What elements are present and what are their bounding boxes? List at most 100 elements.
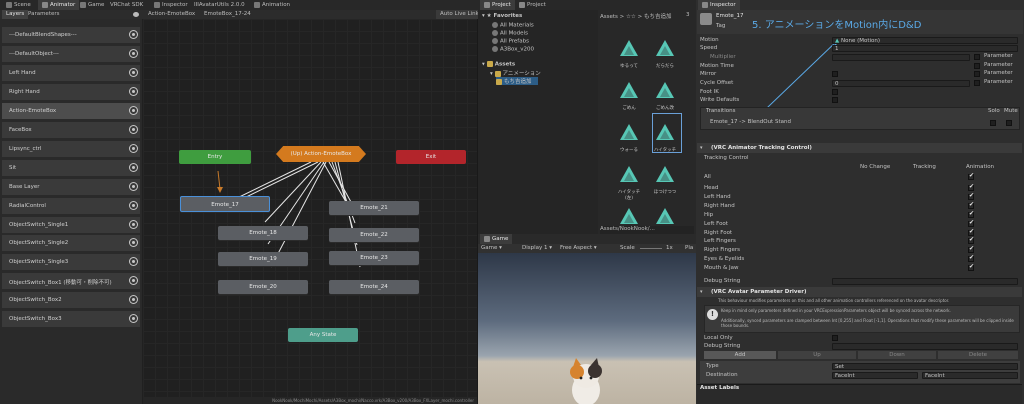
gear-icon[interactable] [130, 315, 137, 323]
layer-item[interactable]: ---DefaultObject--- [2, 45, 140, 63]
expand-icon[interactable]: ▾ [700, 289, 703, 295]
emote-21-node[interactable]: Emote_21 [329, 201, 419, 215]
emote-24-node[interactable]: Emote_24 [329, 280, 419, 294]
add-button[interactable]: Add [704, 351, 776, 359]
breadcrumb-sub[interactable]: EmoteBox_17-24 [200, 10, 255, 19]
tracking-radio[interactable] [922, 256, 928, 262]
favorite-item[interactable]: All Prefabs [492, 38, 529, 45]
debug-string-2-field[interactable] [832, 343, 1018, 350]
favorite-item[interactable]: A3Box_v200 [492, 46, 534, 53]
emote-23-node[interactable]: Emote_23 [329, 251, 419, 265]
up-state-machine-node[interactable]: (Up) Action-EmoteBox [276, 146, 366, 162]
layer-item[interactable]: Sit [2, 159, 140, 177]
tab-game[interactable]: Game [480, 234, 513, 244]
layer-item[interactable]: Left Hand [2, 64, 140, 82]
any-state-node[interactable]: Any State [288, 328, 358, 342]
animation-asset[interactable]: ごめん改 [650, 80, 680, 111]
tab-avatar-utils[interactable]: IIIAvatarUtils 2.0.0 [190, 0, 249, 10]
play-focus-dropdown[interactable]: Pla [685, 245, 693, 251]
local-only-checkbox[interactable] [832, 335, 838, 341]
animation-asset[interactable]: ウォーる [614, 122, 644, 153]
gear-icon[interactable] [130, 258, 137, 266]
mirror-param-checkbox[interactable] [974, 71, 980, 77]
favorite-item[interactable]: All Models [492, 30, 528, 37]
tab-project-2[interactable]: Project [515, 0, 550, 10]
gear-icon[interactable] [130, 87, 137, 95]
transition-item[interactable]: Emote_17 -> BlendOut Stand [710, 119, 791, 125]
no-change-radio[interactable] [872, 203, 878, 209]
animation-radio[interactable] [968, 236, 974, 245]
layer-item[interactable]: Action-EmoteBox [2, 102, 140, 120]
animation-radio[interactable] [968, 183, 974, 191]
animation-asset[interactable]: ハイタッチ(左) [614, 164, 644, 201]
gear-icon[interactable] [130, 144, 137, 152]
layer-item[interactable]: Lipsync_ctrl [2, 140, 140, 158]
emote-20-node[interactable]: Emote_20 [218, 280, 308, 294]
gear-icon[interactable] [130, 277, 137, 285]
cycle-param-checkbox[interactable] [974, 80, 980, 86]
aspect-dropdown[interactable]: Free Aspect ▾ [560, 245, 597, 251]
display-dropdown[interactable]: Display 1 ▾ [522, 245, 552, 251]
debug-string-field[interactable] [832, 278, 1018, 285]
scale-slider[interactable] [640, 248, 662, 249]
tab-inspector-top[interactable]: Inspector [150, 0, 192, 10]
eye-icon[interactable] [133, 12, 139, 17]
layer-item[interactable]: ObjectSwitch_Single3 [2, 254, 140, 272]
no-change-radio[interactable] [872, 256, 878, 262]
no-change-radio[interactable] [872, 185, 878, 191]
multiplier-param-checkbox[interactable] [974, 54, 980, 60]
tracking-radio[interactable] [922, 230, 928, 236]
type-dropdown[interactable]: Set [832, 363, 1018, 370]
tracking-radio[interactable] [922, 247, 928, 253]
motion-time-checkbox[interactable] [974, 63, 980, 69]
destination-field[interactable]: FaceInt [922, 372, 1018, 379]
tracking-radio[interactable] [922, 212, 928, 218]
layer-item[interactable]: ObjectSwitch_Box3 [2, 311, 140, 329]
mute-checkbox[interactable] [1006, 120, 1012, 126]
multiplier-field[interactable] [832, 54, 970, 61]
tracking-radio[interactable] [922, 185, 928, 191]
gear-icon[interactable] [130, 68, 137, 76]
mirror-checkbox[interactable] [832, 71, 838, 77]
delete-button[interactable]: Delete [938, 351, 1018, 359]
tab-animator[interactable]: Animator [38, 0, 80, 10]
tracking-radio[interactable] [922, 194, 928, 200]
gear-icon[interactable] [130, 49, 137, 57]
tracking-radio[interactable] [922, 221, 928, 227]
emote-17-node[interactable]: Emote_17 [180, 196, 270, 212]
layer-item[interactable]: ---DefaultBlendShapes--- [2, 27, 140, 44]
parameter-driver-header[interactable]: (VRC Avatar Parameter Driver) [697, 287, 1022, 297]
layer-item[interactable]: Right Hand [2, 83, 140, 101]
cycle-offset-field[interactable]: 0 [832, 80, 970, 87]
tab-inspector[interactable]: Inspector [698, 0, 740, 10]
gear-icon[interactable] [130, 106, 137, 114]
tracking-radio[interactable] [922, 203, 928, 209]
layer-item[interactable]: ObjectSwitch_Single1 [2, 216, 140, 234]
layer-item[interactable]: ObjectSwitch_Box1 (移動可・削除不可) [2, 273, 140, 291]
animation-radio[interactable] [968, 254, 974, 263]
no-change-radio[interactable] [872, 221, 878, 227]
emote-19-node[interactable]: Emote_19 [218, 252, 308, 266]
state-name[interactable]: Emote_17 [716, 13, 744, 19]
gear-icon[interactable] [130, 239, 137, 247]
emote-18-node[interactable]: Emote_18 [218, 226, 308, 240]
gear-icon[interactable] [130, 125, 137, 133]
layer-item[interactable]: FaceBox [2, 121, 140, 139]
tracking-control-header[interactable]: (VRC Animator Tracking Control) [697, 143, 1022, 153]
no-change-radio[interactable] [872, 247, 878, 253]
animation-radio[interactable] [968, 245, 974, 254]
expand-icon[interactable]: ▾ [700, 145, 703, 151]
layer-item[interactable]: Base Layer [2, 178, 140, 196]
animation-asset[interactable]: ほつけつつ [650, 164, 680, 195]
animation-radio[interactable] [968, 210, 974, 218]
animation-radio[interactable] [968, 192, 974, 200]
tracking-radio[interactable] [922, 238, 928, 244]
motion-field[interactable]: ▲ None (Motion) [832, 37, 1018, 44]
animation-radio[interactable] [968, 172, 974, 180]
asset-folder-selected[interactable]: もち吉追加 [496, 77, 538, 85]
layer-item[interactable]: RadialControl [2, 197, 140, 215]
no-change-radio[interactable] [872, 238, 878, 244]
animation-radio[interactable] [968, 201, 974, 209]
favorites-header[interactable]: ▾ ★ Favorites [482, 13, 522, 19]
solo-checkbox[interactable] [990, 120, 996, 126]
